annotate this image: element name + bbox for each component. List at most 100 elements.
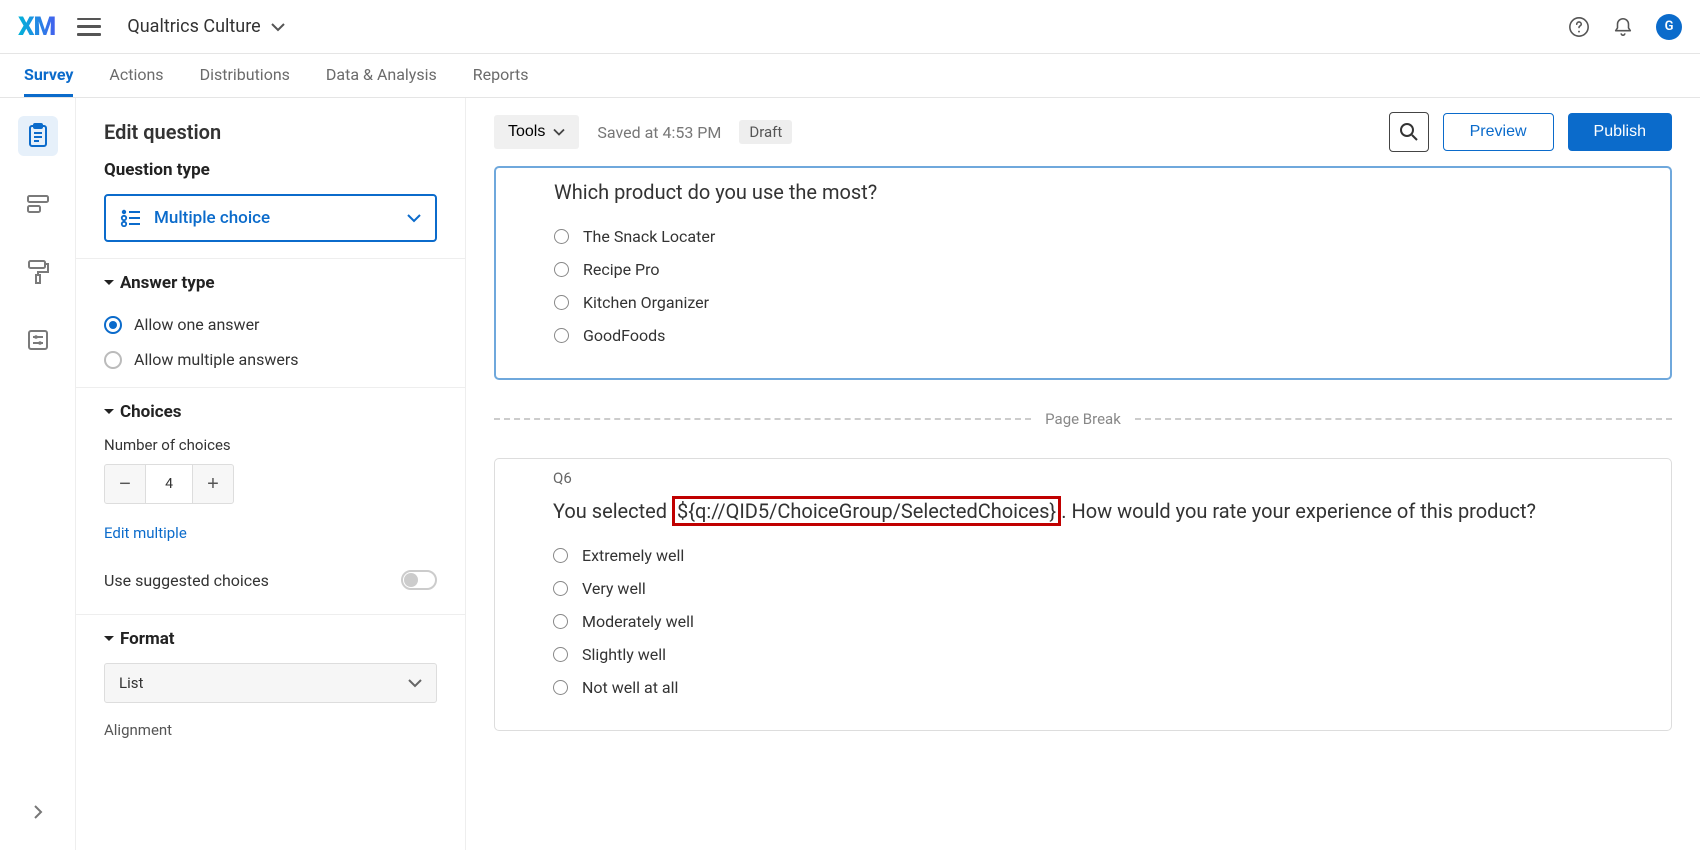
rail-flow[interactable] [18, 184, 58, 224]
chevron-down-icon [407, 213, 421, 223]
q6-prefix: You selected [553, 499, 672, 523]
choice-row[interactable]: Recipe Pro [554, 253, 1612, 286]
nav-tabs: Survey Actions Distributions Data & Anal… [0, 54, 1700, 98]
format-header[interactable]: Format [104, 629, 437, 649]
paint-roller-icon [26, 259, 50, 285]
choice-label: Kitchen Organizer [583, 293, 709, 312]
page-break-label: Page Break [1031, 410, 1135, 428]
caret-down-icon [104, 279, 114, 287]
choice-row[interactable]: GoodFoods [554, 319, 1612, 352]
page-break: Page Break [494, 410, 1672, 428]
flow-icon [26, 194, 50, 214]
rail-options[interactable] [18, 320, 58, 360]
radio-icon [104, 316, 122, 334]
question-type-value: Multiple choice [154, 208, 270, 228]
radio-icon [554, 328, 569, 343]
chevron-down-icon [408, 678, 422, 688]
choice-label: Slightly well [582, 645, 666, 664]
logo: XM [18, 12, 55, 42]
choice-row[interactable]: Moderately well [553, 605, 1613, 638]
chevron-down-icon [271, 22, 285, 32]
multiple-choice-icon [120, 209, 142, 227]
radio-icon [553, 548, 568, 563]
canvas[interactable]: Which product do you use the most? The S… [466, 166, 1700, 850]
rail-expand[interactable] [33, 804, 43, 820]
tools-label: Tools [508, 123, 545, 141]
draft-badge: Draft [739, 120, 792, 144]
tab-distributions[interactable]: Distributions [200, 54, 290, 97]
rail-look-feel[interactable] [18, 252, 58, 292]
bell-icon[interactable] [1612, 16, 1634, 38]
choices-label: Choices [120, 402, 182, 422]
chevron-down-icon [553, 128, 565, 137]
answer-allow-multiple[interactable]: Allow multiple answers [104, 342, 437, 377]
choice-row[interactable]: Slightly well [553, 638, 1613, 671]
question-q6[interactable]: Q6 You selected ${q://QID5/ChoiceGroup/S… [494, 458, 1672, 731]
radio-icon [104, 351, 122, 369]
radio-icon [554, 229, 569, 244]
choice-row[interactable]: Very well [553, 572, 1613, 605]
sliders-icon [26, 328, 50, 352]
choice-label: GoodFoods [583, 326, 665, 345]
choice-label: Not well at all [582, 678, 678, 697]
project-name-label: Qualtrics Culture [127, 16, 260, 37]
answer-type-header[interactable]: Answer type [104, 273, 437, 293]
choice-row[interactable]: Extremely well [553, 539, 1613, 572]
answer-type-label: Answer type [120, 273, 215, 293]
sidebar-title: Edit question [76, 118, 465, 160]
piped-text[interactable]: ${q://QID5/ChoiceGroup/SelectedChoices} [672, 496, 1061, 526]
q6-suffix: . How would you rate your experience of … [1061, 499, 1536, 523]
sidebar: Edit question Question type Multiple cho… [76, 98, 466, 850]
question-text[interactable]: Which product do you use the most? [554, 178, 1612, 206]
choices-header[interactable]: Choices [104, 402, 437, 422]
project-dropdown[interactable]: Qualtrics Culture [127, 16, 284, 37]
suggested-choices-toggle[interactable] [401, 570, 437, 590]
tab-reports[interactable]: Reports [473, 54, 529, 97]
answer-option-label: Allow one answer [134, 315, 259, 334]
choice-row[interactable]: Kitchen Organizer [554, 286, 1612, 319]
answer-allow-one[interactable]: Allow one answer [104, 307, 437, 342]
radio-icon [553, 647, 568, 662]
stepper-value[interactable]: 4 [145, 465, 193, 503]
caret-down-icon [104, 635, 114, 643]
search-icon [1399, 122, 1419, 142]
question-type-select[interactable]: Multiple choice [104, 194, 437, 242]
choice-row[interactable]: The Snack Locater [554, 220, 1612, 253]
clipboard-icon [26, 123, 50, 149]
question-text[interactable]: You selected ${q://QID5/ChoiceGroup/Sele… [553, 497, 1613, 525]
choice-label: The Snack Locater [583, 227, 715, 246]
question-q5[interactable]: Which product do you use the most? The S… [494, 166, 1672, 380]
radio-icon [553, 581, 568, 596]
saved-status: Saved at 4:53 PM [597, 123, 721, 142]
answer-option-label: Allow multiple answers [134, 350, 299, 369]
tab-data-analysis[interactable]: Data & Analysis [326, 54, 437, 97]
radio-icon [554, 295, 569, 310]
choice-label: Very well [582, 579, 646, 598]
stepper-minus[interactable]: − [105, 465, 145, 503]
top-bar: XM Qualtrics Culture G [0, 0, 1700, 54]
search-button[interactable] [1389, 112, 1429, 152]
tab-survey[interactable]: Survey [24, 54, 73, 97]
edit-multiple-link[interactable]: Edit multiple [104, 524, 187, 542]
question-type-label: Question type [104, 160, 437, 180]
choice-label: Extremely well [582, 546, 684, 565]
tools-button[interactable]: Tools [494, 115, 579, 149]
tab-actions[interactable]: Actions [109, 54, 163, 97]
preview-button[interactable]: Preview [1443, 113, 1554, 151]
rail-builder[interactable] [18, 116, 58, 156]
publish-button[interactable]: Publish [1568, 113, 1672, 151]
avatar[interactable]: G [1656, 14, 1682, 40]
format-select[interactable]: List [104, 663, 437, 703]
caret-down-icon [104, 408, 114, 416]
canvas-toolbar: Tools Saved at 4:53 PM Draft Preview Pub… [466, 98, 1700, 166]
chevron-right-icon [33, 804, 43, 820]
stepper-plus[interactable]: + [193, 465, 233, 503]
choice-label: Recipe Pro [583, 260, 660, 279]
choice-row[interactable]: Not well at all [553, 671, 1613, 704]
help-icon[interactable] [1568, 16, 1590, 38]
alignment-label: Alignment [104, 721, 437, 739]
suggested-choices-label: Use suggested choices [104, 571, 269, 590]
radio-icon [554, 262, 569, 277]
radio-icon [553, 614, 568, 629]
menu-icon[interactable] [77, 18, 101, 36]
